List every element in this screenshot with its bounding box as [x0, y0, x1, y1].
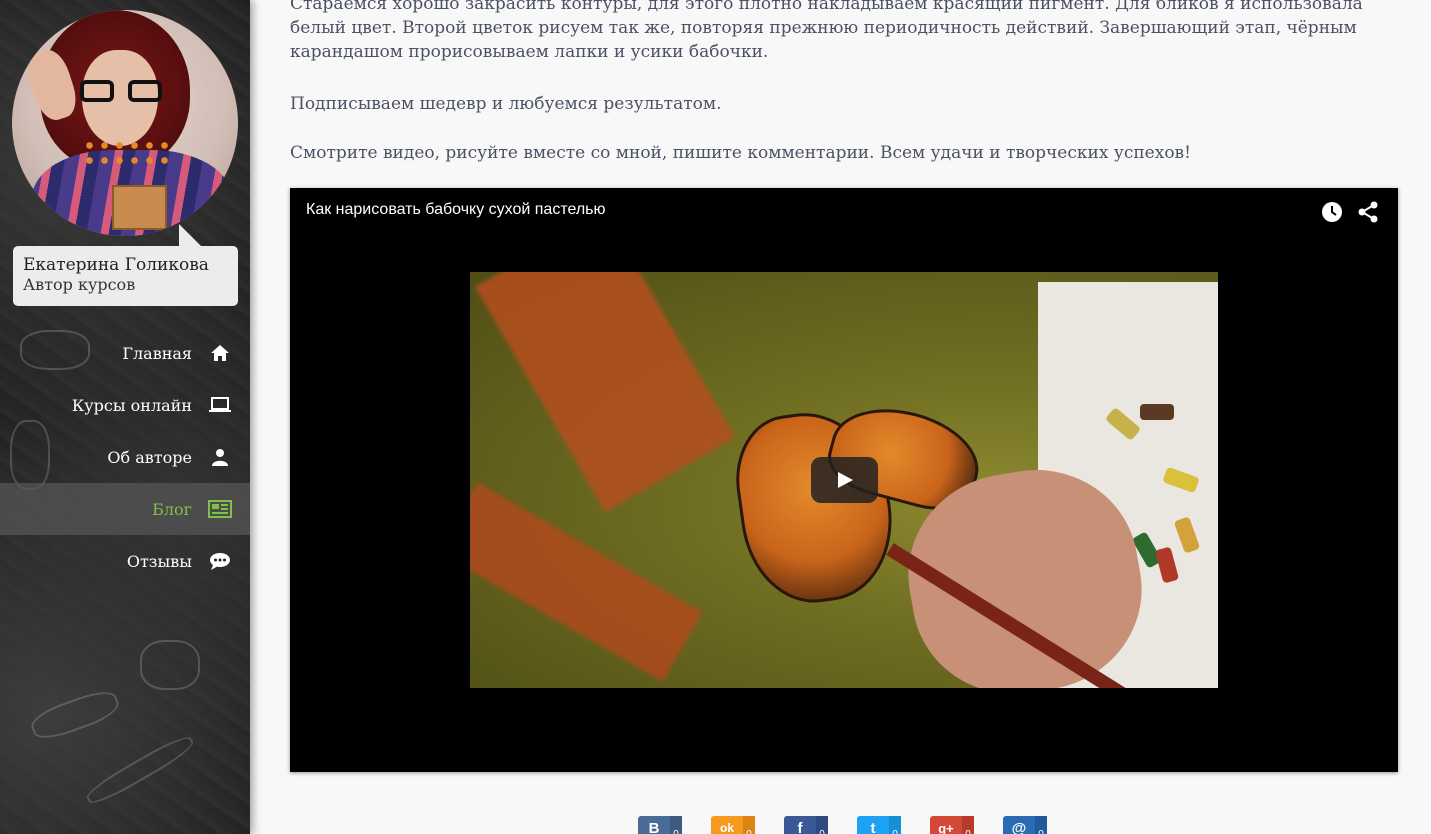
share-button-twitter[interactable]: t 0 [857, 816, 901, 834]
share-button-facebook[interactable]: f 0 [784, 816, 828, 834]
user-icon [208, 445, 232, 469]
main-nav: Главная Курсы онлайн Об авторе Блог Отзы… [0, 327, 250, 587]
share-count: 0 [889, 816, 901, 834]
nav-label: Главная [122, 343, 192, 363]
share-button-mail[interactable]: @ 0 [1003, 816, 1047, 834]
nav-item-about[interactable]: Об авторе [0, 431, 250, 483]
nav-label: Об авторе [107, 447, 192, 467]
nav-item-home[interactable]: Главная [0, 327, 250, 379]
video-title[interactable]: Как нарисовать бабочку сухой пастелью [306, 201, 606, 219]
nav-label: Курсы онлайн [71, 395, 192, 415]
nav-item-courses[interactable]: Курсы онлайн [0, 379, 250, 431]
home-icon [208, 341, 232, 365]
nav-item-reviews[interactable]: Отзывы [0, 535, 250, 587]
vk-icon: B [638, 816, 670, 834]
laptop-icon [208, 393, 232, 417]
share-button-odnoklassniki[interactable]: ok 0 [711, 816, 755, 834]
mail-icon: @ [1003, 816, 1035, 834]
author-card: Екатерина Голикова Автор курсов [13, 224, 238, 306]
video-player[interactable]: Как нарисовать бабочку сухой пастелью [290, 188, 1398, 772]
nav-item-blog[interactable]: Блог [0, 483, 250, 535]
share-count: 0 [743, 816, 755, 834]
share-button-google-plus[interactable]: g+ 0 [930, 816, 974, 834]
author-name: Екатерина Голикова [23, 255, 209, 275]
facebook-icon: f [784, 816, 816, 834]
chat-icon [208, 549, 232, 573]
background-doodle [140, 640, 200, 690]
article-paragraph: Смотрите видео, рисуйте вместе со мной, … [290, 143, 1191, 163]
article-paragraph: Стараемся хорошо закрасить контуры, для … [290, 0, 1363, 62]
google-plus-icon: g+ [930, 816, 962, 834]
sidebar: Екатерина Голикова Автор курсов Главная … [0, 0, 250, 834]
play-button[interactable] [811, 457, 878, 503]
background-doodle [83, 731, 197, 809]
share-count: 0 [1035, 816, 1047, 834]
share-count: 0 [816, 816, 828, 834]
author-avatar [12, 10, 238, 236]
author-role: Автор курсов [23, 275, 136, 294]
nav-label: Отзывы [126, 551, 192, 571]
background-doodle [27, 685, 123, 745]
clock-icon[interactable] [1320, 200, 1344, 224]
odnoklassniki-icon: ok [711, 816, 743, 834]
share-button-vk[interactable]: B 0 [638, 816, 682, 834]
share-count: 0 [670, 816, 682, 834]
play-icon [837, 472, 853, 488]
share-count: 0 [962, 816, 974, 834]
article-paragraph: Подписываем шедевр и любуемся результато… [290, 94, 722, 114]
share-icon[interactable] [1356, 200, 1380, 224]
twitter-icon: t [857, 816, 889, 834]
newspaper-icon [208, 497, 232, 521]
nav-label: Блог [152, 499, 192, 519]
